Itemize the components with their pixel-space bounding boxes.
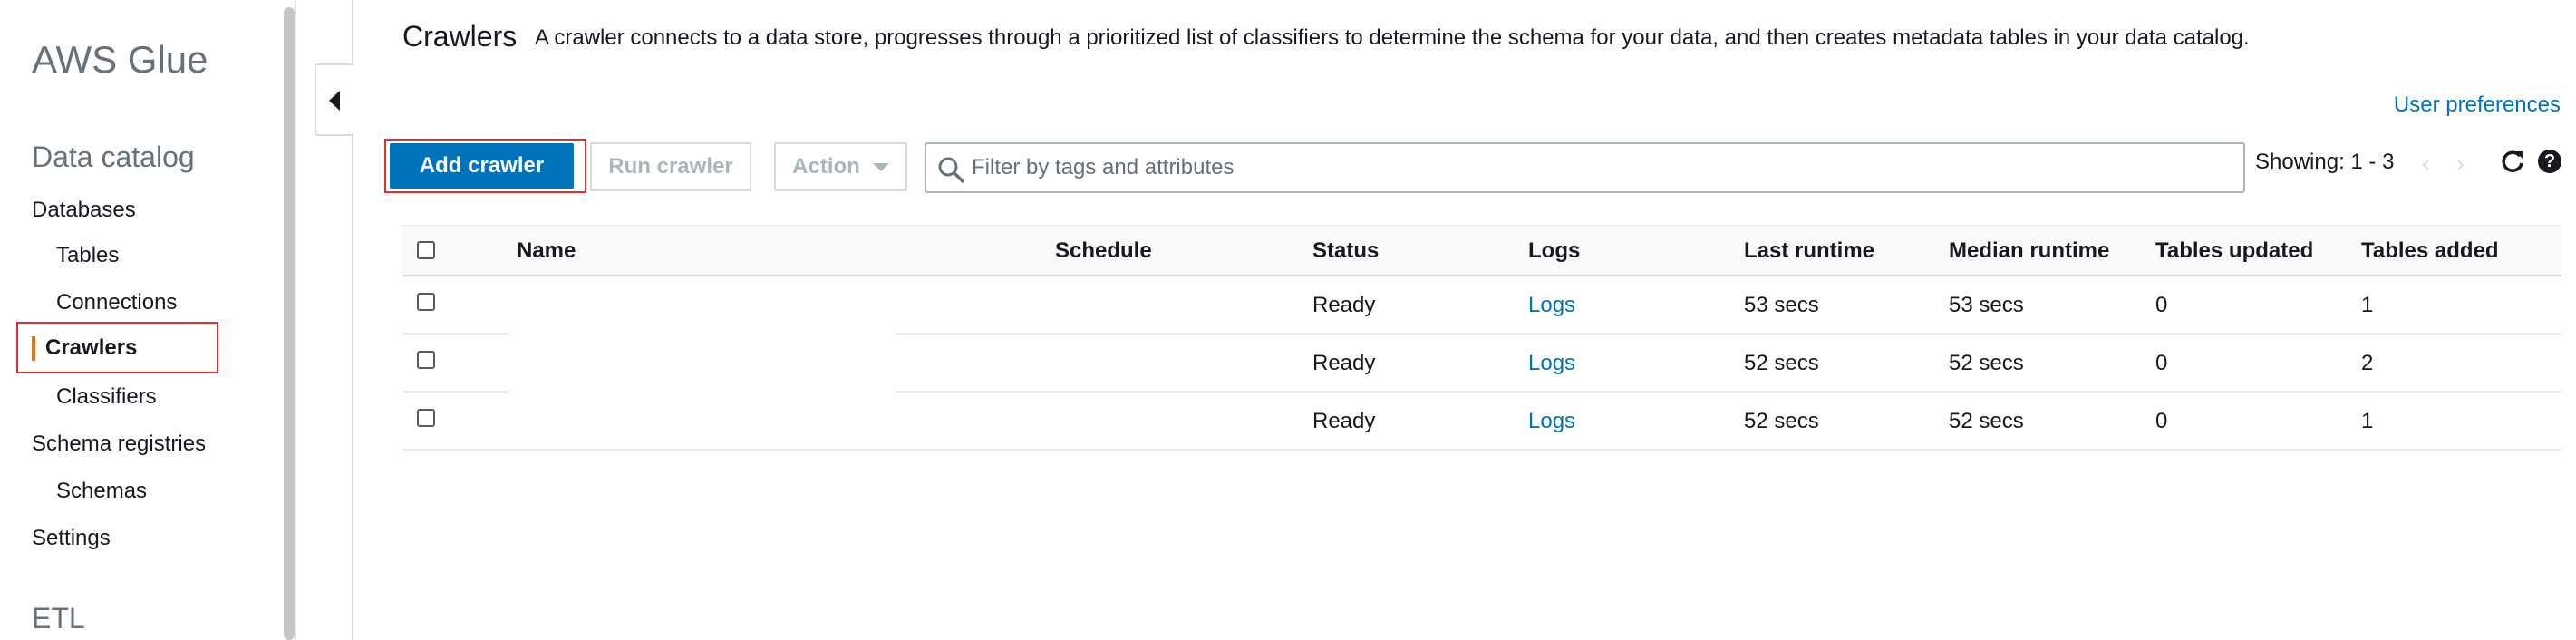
logs-link[interactable]: Logs — [1528, 351, 1575, 376]
row-checkbox[interactable] — [417, 351, 435, 369]
filter-input[interactable] — [972, 153, 2223, 182]
section-data-catalog: Data catalog — [32, 141, 195, 173]
sidebar-item-schemas[interactable]: Schemas — [56, 479, 147, 504]
cell-median-runtime: 53 secs — [1949, 293, 2024, 317]
search-icon — [938, 157, 964, 183]
cell-tables-added: 2 — [2361, 351, 2374, 375]
cell-tables-updated: 0 — [2155, 351, 2168, 375]
column-header-tables-updated[interactable]: Tables updated — [2155, 238, 2313, 264]
cell-median-runtime: 52 secs — [1949, 409, 2024, 433]
sidebar-item-connections[interactable]: Connections — [56, 290, 177, 315]
user-preferences-link[interactable]: User preferences — [2394, 92, 2561, 118]
sidebar-item-crawlers-label: Crawlers — [45, 335, 138, 360]
sidebar-item-crawlers[interactable]: Crawlers — [16, 322, 218, 373]
action-dropdown-label: Action — [792, 154, 860, 179]
refresh-icon[interactable] — [2500, 149, 2525, 174]
page-description: A crawler connects to a data store, prog… — [535, 25, 2250, 50]
cell-median-runtime: 52 secs — [1949, 351, 2024, 375]
cell-tables-added: 1 — [2361, 409, 2374, 433]
sidebar-item-classifiers[interactable]: Classifiers — [56, 384, 157, 410]
chevron-right-icon[interactable]: › — [2456, 150, 2465, 178]
sidebar-scrollbar-thumb[interactable] — [284, 7, 295, 640]
cell-tables-added: 1 — [2361, 293, 2374, 317]
cell-status: Ready — [1312, 409, 1376, 433]
chevron-left-icon[interactable]: ‹ — [2422, 150, 2430, 178]
column-header-median-runtime[interactable]: Median runtime — [1949, 238, 2109, 264]
logs-link[interactable]: Logs — [1528, 409, 1575, 434]
cell-status: Ready — [1312, 293, 1376, 317]
sidebar-item-settings[interactable]: Settings — [32, 526, 111, 551]
table-row[interactable]: Ready Logs 52 secs 52 secs 0 2 — [402, 335, 2561, 393]
brand-title[interactable]: AWS Glue — [32, 38, 208, 82]
row-checkbox[interactable] — [417, 293, 435, 311]
cell-last-runtime: 53 secs — [1744, 293, 1819, 317]
section-etl: ETL — [32, 602, 85, 635]
caret-down-icon — [872, 162, 889, 171]
cell-last-runtime: 52 secs — [1744, 409, 1819, 433]
sidebar-item-databases[interactable]: Databases — [32, 198, 136, 223]
table-header: Name Schedule Status Logs Last runtime M… — [402, 225, 2561, 276]
collapse-sidebar-button[interactable] — [315, 63, 353, 136]
table-row[interactable]: Ready Logs 53 secs 53 secs 0 1 — [402, 276, 2561, 335]
page-title: Crawlers — [402, 20, 518, 53]
cell-last-runtime: 52 secs — [1744, 351, 1819, 375]
sidebar-item-tables[interactable]: Tables — [56, 243, 119, 268]
cell-status: Ready — [1312, 351, 1376, 375]
column-header-tables-added[interactable]: Tables added — [2361, 238, 2499, 264]
column-header-status[interactable]: Status — [1312, 238, 1379, 264]
action-dropdown[interactable]: Action — [774, 142, 907, 191]
column-header-logs[interactable]: Logs — [1528, 238, 1580, 264]
filter-field[interactable] — [925, 142, 2245, 193]
column-header-name[interactable]: Name — [517, 238, 576, 264]
run-crawler-button[interactable]: Run crawler — [590, 142, 751, 191]
sidebar-item-schema-registries[interactable]: Schema registries — [32, 432, 206, 457]
table-row[interactable]: Ready Logs 52 secs 52 secs 0 1 — [402, 393, 2561, 451]
sidebar: AWS Glue Data catalog Databases Tables C… — [0, 0, 276, 640]
help-icon[interactable]: ? — [2538, 150, 2561, 173]
logs-link[interactable]: Logs — [1528, 293, 1575, 318]
main-content: Crawlers A crawler connects to a data st… — [355, 0, 2576, 640]
pagination-status: Showing: 1 - 3 — [2255, 150, 2395, 174]
active-indicator — [32, 336, 35, 361]
column-header-schedule[interactable]: Schedule — [1055, 238, 1152, 264]
add-crawler-highlight: Add crawler — [384, 139, 586, 193]
cell-tables-updated: 0 — [2155, 293, 2168, 317]
select-all-checkbox[interactable] — [417, 241, 435, 259]
cell-tables-updated: 0 — [2155, 409, 2168, 433]
row-checkbox[interactable] — [417, 409, 435, 427]
column-header-last-runtime[interactable]: Last runtime — [1744, 238, 1874, 264]
caret-left-icon — [329, 91, 340, 111]
add-crawler-button[interactable]: Add crawler — [390, 143, 574, 189]
